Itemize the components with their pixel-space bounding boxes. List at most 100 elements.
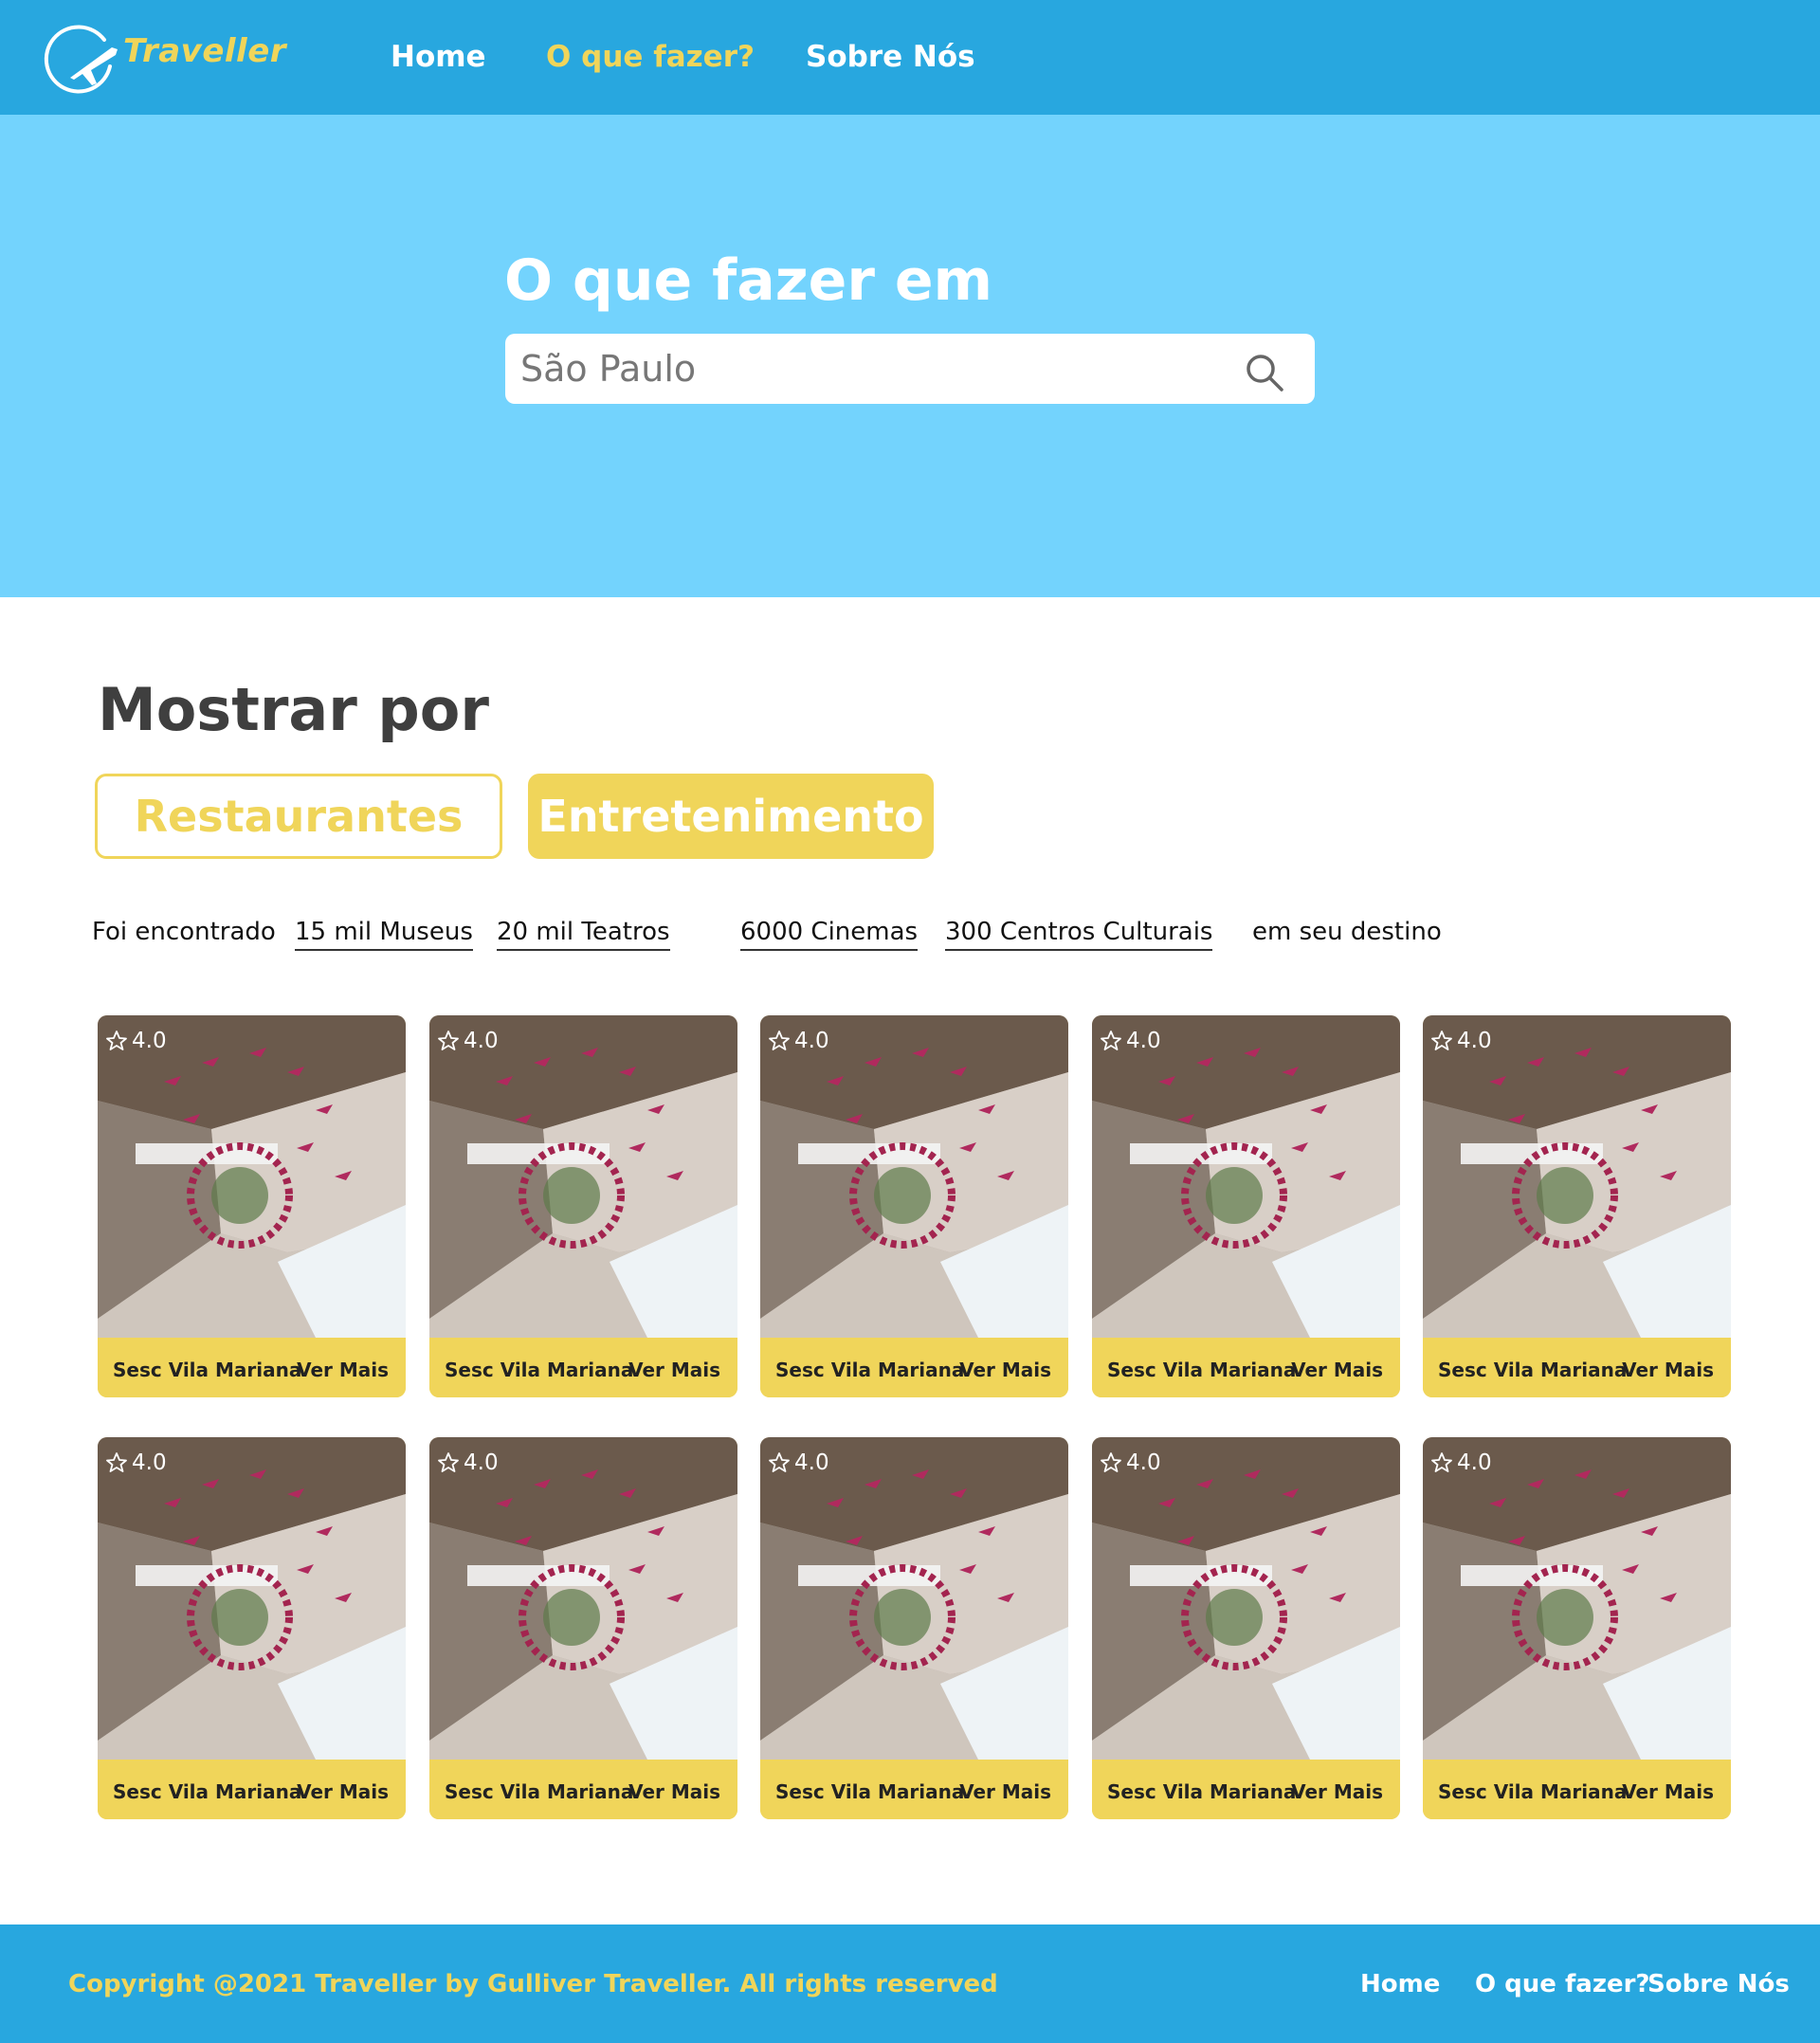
rating-value: 4.0 [132, 1029, 167, 1053]
footer-link-about[interactable]: Sobre Nós [1647, 1970, 1790, 1998]
nav-what-to-do[interactable]: O que fazer? [546, 40, 755, 74]
venue-name: Sesc Vila Mariana [1107, 1780, 1297, 1803]
star-icon [438, 1452, 459, 1472]
venue-name: Sesc Vila Mariana [775, 1359, 965, 1381]
card-rating: 4.0 [1430, 1029, 1492, 1053]
card-footer: Sesc Vila Mariana Ver Mais [1423, 1760, 1731, 1819]
card-footer: Sesc Vila Mariana Ver Mais [1092, 1338, 1400, 1397]
search-input[interactable] [520, 334, 1241, 404]
found-link-cinemas[interactable]: 6000 Cinemas [740, 918, 919, 951]
venue-photo [429, 1015, 737, 1338]
venue-name: Sesc Vila Mariana [1107, 1359, 1297, 1381]
found-link-theaters[interactable]: 20 mil Teatros [497, 918, 670, 951]
venue-name: Sesc Vila Mariana [113, 1780, 302, 1803]
site-footer: Copyright @2021 Traveller by Gulliver Tr… [0, 1924, 1820, 2043]
venue-photo [760, 1015, 1068, 1338]
see-more-link[interactable]: Ver Mais [297, 1359, 389, 1381]
rating-value: 4.0 [1457, 1029, 1492, 1053]
see-more-link[interactable]: Ver Mais [959, 1780, 1051, 1803]
star-icon [769, 1031, 790, 1050]
venue-photo [429, 1437, 737, 1760]
brand-logo[interactable]: Traveller [38, 23, 286, 95]
see-more-link[interactable]: Ver Mais [628, 1780, 720, 1803]
found-link-cultural-centers[interactable]: 300 Centros Culturais [945, 918, 1213, 951]
rating-value: 4.0 [794, 1029, 829, 1053]
section-title: Mostrar por [98, 675, 489, 744]
venue-name: Sesc Vila Mariana [113, 1359, 302, 1381]
card-rating: 4.0 [768, 1450, 829, 1475]
star-icon [1101, 1031, 1121, 1050]
venue-card[interactable]: 4.0 Sesc Vila Mariana Ver Mais [1423, 1437, 1731, 1819]
site-header: Traveller Home O que fazer? Sobre Nós [0, 0, 1820, 115]
venue-card[interactable]: 4.0 Sesc Vila Mariana Ver Mais [429, 1015, 737, 1397]
see-more-link[interactable]: Ver Mais [628, 1359, 720, 1381]
venue-photo [1423, 1015, 1731, 1338]
filter-entertainment-button[interactable]: Entretenimento [528, 774, 934, 859]
venue-card[interactable]: 4.0 Sesc Vila Mariana Ver Mais [760, 1015, 1068, 1397]
card-rating: 4.0 [1100, 1029, 1161, 1053]
see-more-link[interactable]: Ver Mais [1622, 1780, 1714, 1803]
star-icon [1431, 1452, 1452, 1472]
venue-name: Sesc Vila Mariana [445, 1780, 634, 1803]
rating-value: 4.0 [1126, 1029, 1161, 1053]
see-more-link[interactable]: Ver Mais [959, 1359, 1051, 1381]
nav-home[interactable]: Home [391, 40, 486, 74]
card-footer: Sesc Vila Mariana Ver Mais [1092, 1760, 1400, 1819]
venue-card[interactable]: 4.0 Sesc Vila Mariana Ver Mais [1092, 1015, 1400, 1397]
found-prefix: Foi encontrado [92, 918, 276, 946]
see-more-link[interactable]: Ver Mais [1291, 1780, 1383, 1803]
rating-value: 4.0 [794, 1450, 829, 1475]
venue-photo [98, 1015, 406, 1338]
nav-about[interactable]: Sobre Nós [806, 40, 975, 74]
venue-photo [1423, 1437, 1731, 1760]
found-suffix: em seu destino [1252, 918, 1442, 946]
search-bar [505, 334, 1315, 404]
venue-card[interactable]: 4.0 Sesc Vila Mariana Ver Mais [1423, 1015, 1731, 1397]
venue-name: Sesc Vila Mariana [775, 1780, 965, 1803]
rating-value: 4.0 [464, 1029, 499, 1053]
venue-card[interactable]: 4.0 Sesc Vila Mariana Ver Mais [760, 1437, 1068, 1819]
card-rating: 4.0 [1430, 1450, 1492, 1475]
venue-card[interactable]: 4.0 Sesc Vila Mariana Ver Mais [429, 1437, 737, 1819]
hero-title: O que fazer em [504, 247, 993, 314]
star-icon [1101, 1452, 1121, 1472]
see-more-link[interactable]: Ver Mais [1622, 1359, 1714, 1381]
card-footer: Sesc Vila Mariana Ver Mais [760, 1760, 1068, 1819]
hero-banner: O que fazer em [0, 115, 1820, 597]
star-icon [769, 1452, 790, 1472]
plane-globe-icon [44, 25, 118, 94]
found-link-museums[interactable]: 15 mil Museus [295, 918, 473, 951]
card-rating: 4.0 [768, 1029, 829, 1053]
card-footer: Sesc Vila Mariana Ver Mais [760, 1338, 1068, 1397]
venue-name: Sesc Vila Mariana [445, 1359, 634, 1381]
card-rating: 4.0 [437, 1450, 499, 1475]
footer-link-home[interactable]: Home [1360, 1970, 1440, 1998]
see-more-link[interactable]: Ver Mais [297, 1780, 389, 1803]
card-footer: Sesc Vila Mariana Ver Mais [98, 1760, 406, 1819]
search-icon[interactable] [1244, 352, 1285, 393]
card-rating: 4.0 [105, 1450, 167, 1475]
card-footer: Sesc Vila Mariana Ver Mais [98, 1338, 406, 1397]
star-icon [106, 1031, 127, 1050]
card-footer: Sesc Vila Mariana Ver Mais [429, 1338, 737, 1397]
footer-link-what-to-do[interactable]: O que fazer? [1475, 1970, 1650, 1998]
card-footer: Sesc Vila Mariana Ver Mais [1423, 1338, 1731, 1397]
card-rating: 4.0 [1100, 1450, 1161, 1475]
rating-value: 4.0 [132, 1450, 167, 1475]
star-icon [106, 1452, 127, 1472]
card-rating: 4.0 [105, 1029, 167, 1053]
venue-photo [760, 1437, 1068, 1760]
star-icon [1431, 1031, 1452, 1050]
rating-value: 4.0 [464, 1450, 499, 1475]
venue-card[interactable]: 4.0 Sesc Vila Mariana Ver Mais [98, 1437, 406, 1819]
filter-restaurants-button[interactable]: Restaurantes [95, 774, 502, 859]
rating-value: 4.0 [1457, 1450, 1492, 1475]
venue-photo [1092, 1437, 1400, 1760]
brand-name: Traveller [123, 32, 287, 70]
venue-card[interactable]: 4.0 Sesc Vila Mariana Ver Mais [98, 1015, 406, 1397]
see-more-link[interactable]: Ver Mais [1291, 1359, 1383, 1381]
rating-value: 4.0 [1126, 1450, 1161, 1475]
venue-name: Sesc Vila Mariana [1438, 1359, 1628, 1381]
venue-card[interactable]: 4.0 Sesc Vila Mariana Ver Mais [1092, 1437, 1400, 1819]
copyright-text: Copyright @2021 Traveller by Gulliver Tr… [68, 1970, 998, 1998]
